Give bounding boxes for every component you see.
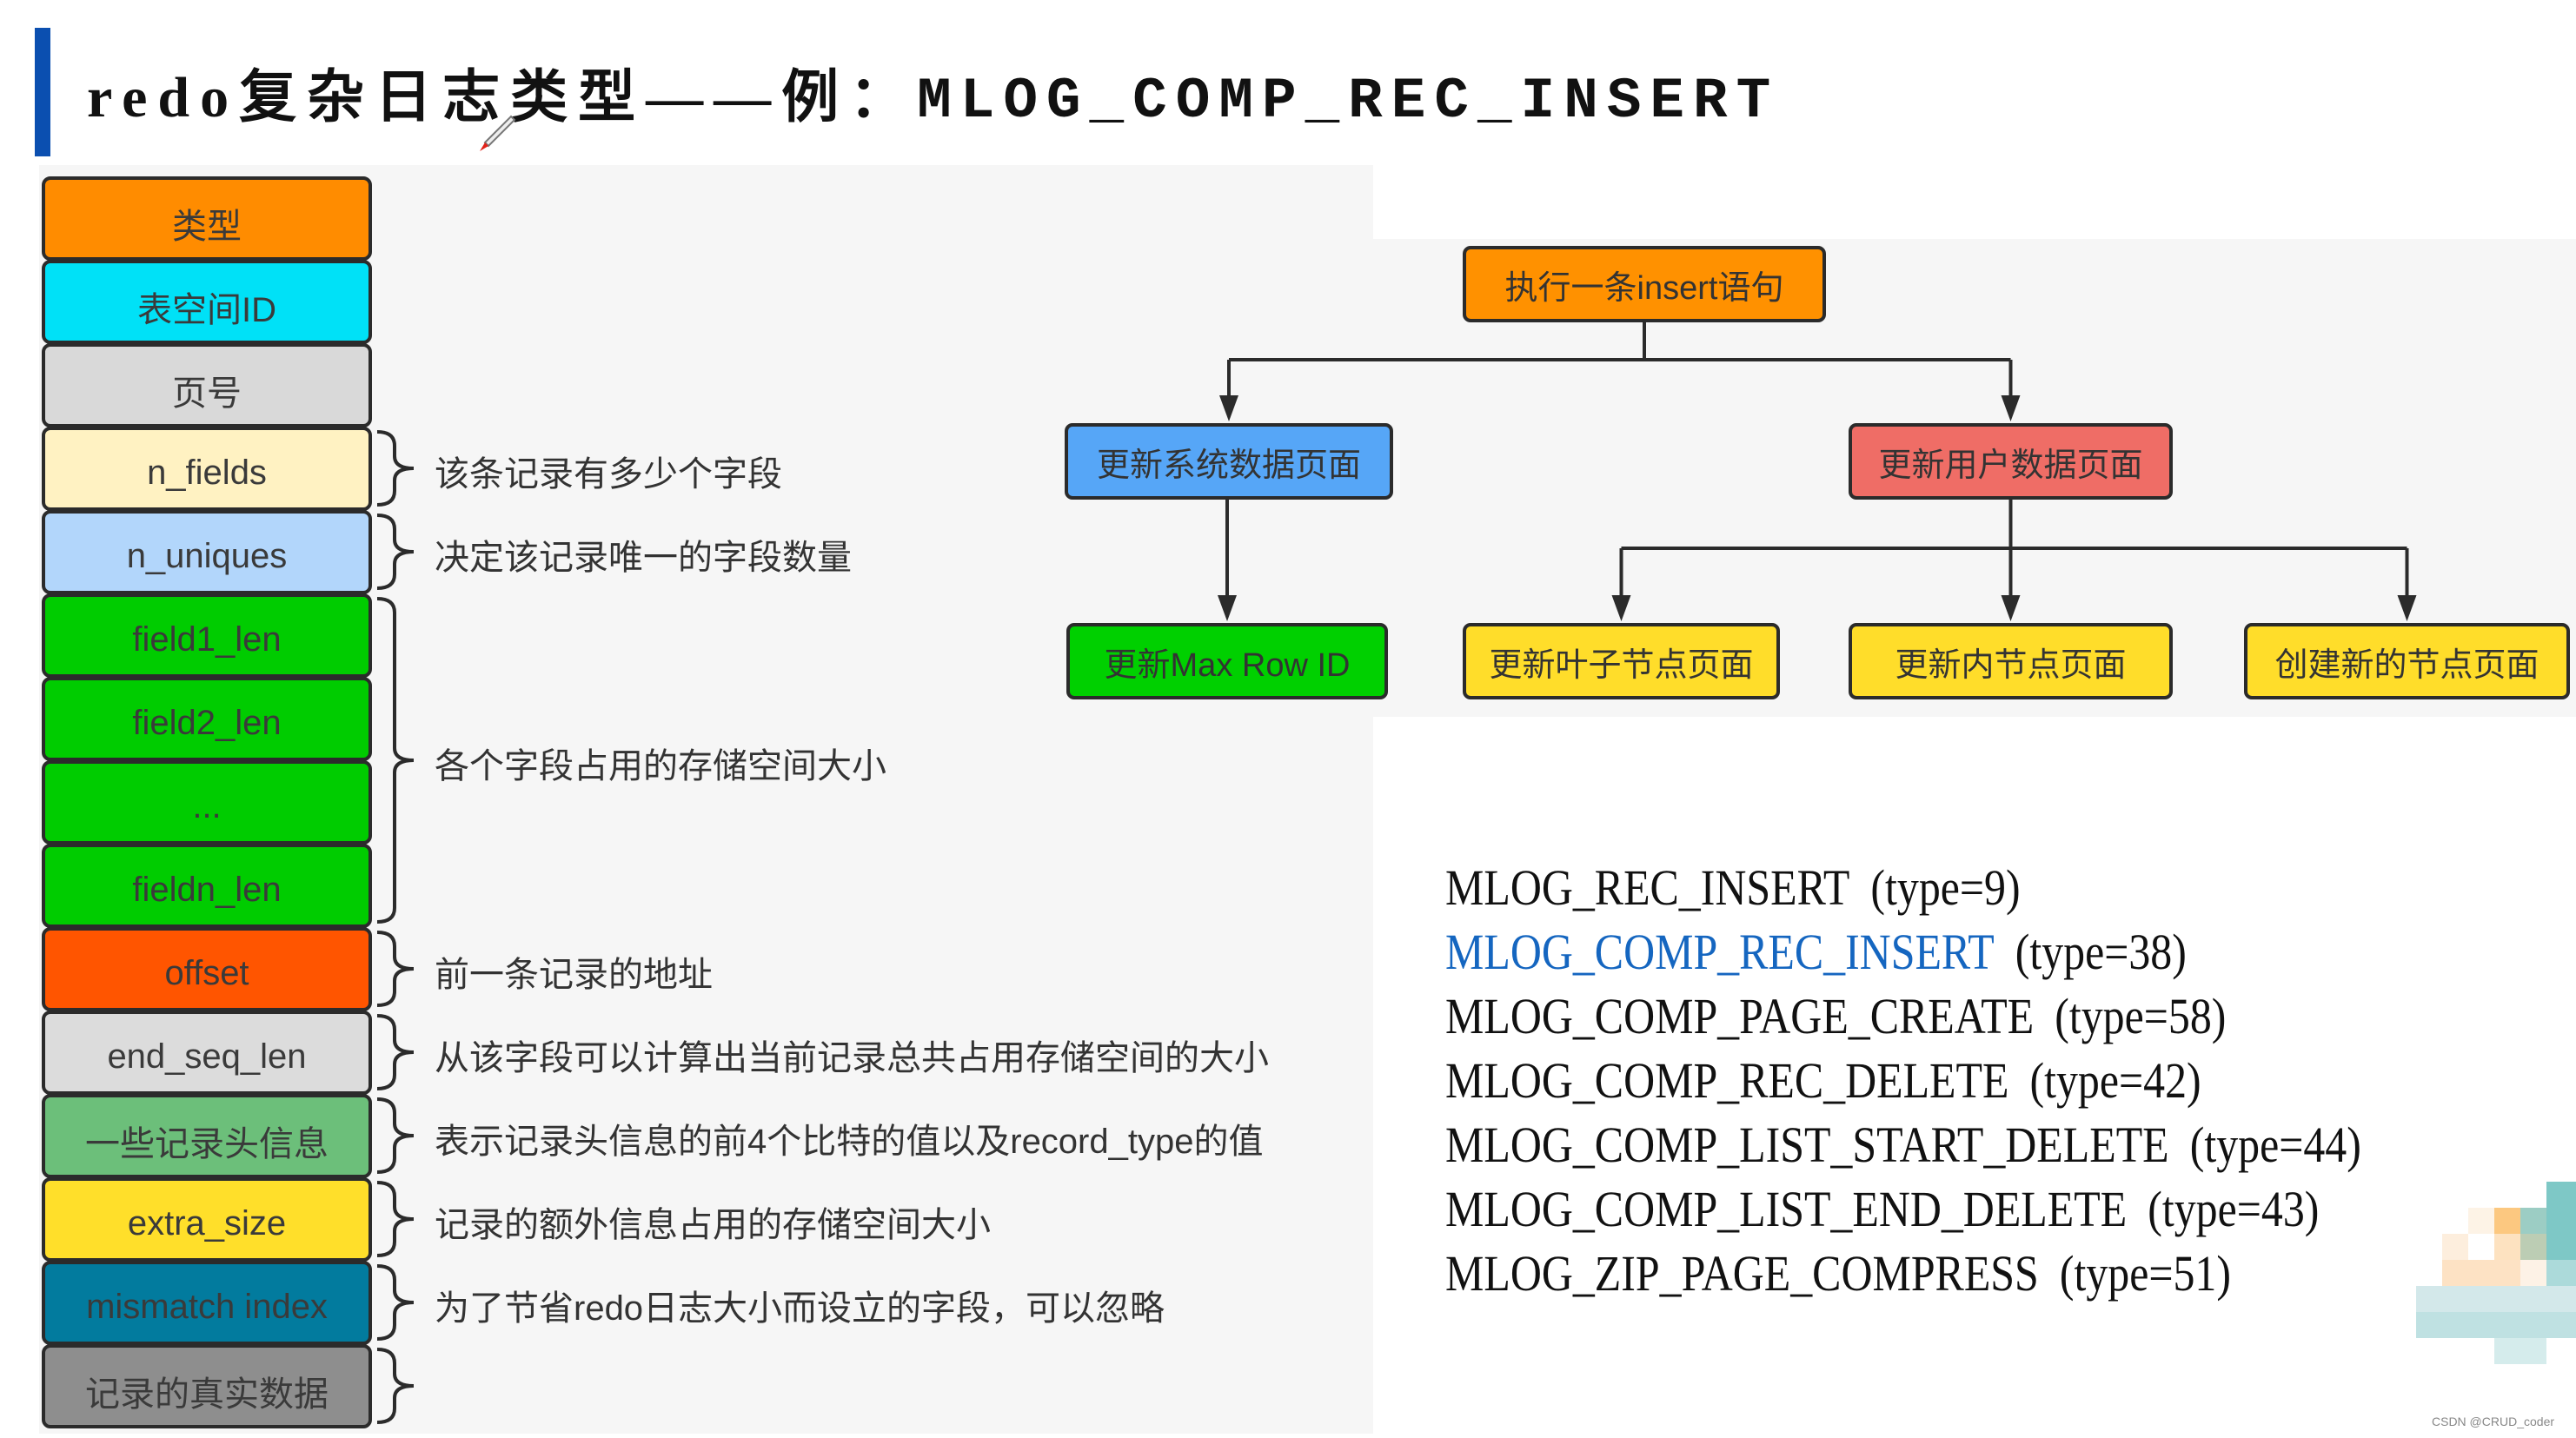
- record-field-label: n_fields: [147, 454, 267, 492]
- flow-node-label: 更新内节点页面: [1895, 646, 2127, 684]
- field-annotation: 各个字段占用的存储空间大小: [435, 747, 886, 785]
- field-annotation: 记录的额外信息占用的存储空间大小: [435, 1206, 991, 1244]
- flow-node-inner: 更新内节点页面: [1849, 623, 2173, 699]
- record-field: 记录的真实数据: [42, 1344, 372, 1428]
- title-code: MLOG_COMP_REC_INSERT: [917, 69, 1780, 134]
- flow-node-user: 更新用户数据页面: [1849, 423, 2173, 500]
- type-list-item: MLOG_COMP_REC_INSERT (type=38): [1445, 920, 2361, 984]
- type-list-item: MLOG_ZIP_PAGE_COMPRESS (type=51): [1445, 1242, 2361, 1306]
- record-field-label: mismatch index: [86, 1288, 328, 1326]
- record-field: fieldn_len: [42, 844, 372, 928]
- record-field-label: offset: [164, 954, 249, 992]
- redo-type-name: MLOG_COMP_REC_INSERT: [1445, 924, 1995, 980]
- redo-type-value: (type=43): [2148, 1181, 2320, 1237]
- type-list-item: MLOG_COMP_LIST_END_DELETE (type=43): [1445, 1177, 2361, 1242]
- watermark: CSDN @CRUD_coder: [2432, 1415, 2555, 1428]
- redo-type-value: (type=38): [2015, 924, 2187, 980]
- redo-type-name: MLOG_REC_INSERT: [1445, 859, 1850, 916]
- redo-type-name: MLOG_COMP_LIST_END_DELETE: [1445, 1181, 2128, 1237]
- field-annotation: 为了节省redo日志大小而设立的字段，可以忽略: [435, 1289, 1165, 1328]
- record-field-label: field2_len: [132, 704, 282, 742]
- brace-icon: [375, 430, 428, 507]
- flow-node-maxrow: 更新Max Row ID: [1066, 623, 1388, 699]
- record-field-label: end_seq_len: [107, 1037, 307, 1076]
- pixelated-avatar: [2416, 1182, 2576, 1364]
- field-annotation: 表示记录头信息的前4个比特的值以及record_type的值: [435, 1123, 1264, 1161]
- page-title: redo复杂日志类型——例：MLOG_COMP_REC_INSERT: [87, 50, 1779, 134]
- redo-type-value: (type=44): [2189, 1117, 2361, 1173]
- record-field: ...: [42, 760, 372, 845]
- flow-node-label: 更新Max Row ID: [1104, 646, 1351, 684]
- flow-node-sys: 更新系统数据页面: [1065, 423, 1393, 500]
- redo-type-value: (type=42): [2029, 1052, 2201, 1109]
- redo-type-name: MLOG_COMP_REC_DELETE: [1445, 1052, 2009, 1109]
- record-field: end_seq_len: [42, 1011, 372, 1095]
- flow-node-label: 更新系统数据页面: [1096, 447, 1361, 484]
- brace-icon: [375, 1348, 428, 1424]
- record-field: 类型: [42, 176, 372, 261]
- record-field: field2_len: [42, 677, 372, 761]
- record-field-label: 类型: [172, 207, 242, 246]
- record-field: 一些记录头信息: [42, 1094, 372, 1178]
- redo-type-name: MLOG_ZIP_PAGE_COMPRESS: [1445, 1245, 2039, 1302]
- flow-node-label: 执行一条insert语句: [1504, 269, 1784, 307]
- flow-node-label: 更新用户数据页面: [1878, 447, 2143, 484]
- field-annotation: 该条记录有多少个字段: [435, 455, 782, 494]
- type-list-item: MLOG_REC_INSERT (type=9): [1445, 856, 2361, 920]
- brace-icon: [375, 931, 428, 1007]
- flow-node-label: 创建新的节点页面: [2274, 646, 2539, 684]
- record-field: 表空间ID: [42, 260, 372, 344]
- record-field-label: 记录的真实数据: [85, 1375, 329, 1414]
- record-format-stack: 类型表空间ID 页号 n_fields n_uniques field1_lenfiel…: [42, 176, 372, 1428]
- type-list-item: MLOG_COMP_PAGE_CREATE (type=58): [1445, 984, 2361, 1049]
- brace-icon: [375, 1097, 428, 1174]
- field-annotation: 决定该记录唯一的字段数量: [435, 539, 852, 577]
- record-field: offset: [42, 927, 372, 1011]
- record-field-label: extra_size: [127, 1204, 287, 1243]
- flow-node-root: 执行一条insert语句: [1463, 246, 1826, 322]
- record-field-label: ...: [192, 787, 222, 825]
- redo-type-list: MLOG_REC_INSERT (type=9) MLOG_COMP_REC_INS…: [1445, 856, 2510, 1306]
- record-field-label: field1_len: [132, 620, 282, 659]
- flow-node-leaf: 更新叶子节点页面: [1463, 623, 1780, 699]
- flow-node-label: 更新叶子节点页面: [1489, 646, 1754, 684]
- record-field-label: 页号: [172, 374, 242, 413]
- brace-icon: [375, 514, 428, 590]
- record-field: n_fields: [42, 427, 372, 511]
- record-field-label: n_uniques: [126, 537, 288, 575]
- brace-icon: [375, 1014, 428, 1090]
- redo-type-value: (type=51): [2059, 1245, 2231, 1302]
- brace-icon: [375, 597, 428, 924]
- brace-icon: [375, 1264, 428, 1341]
- brace-icon: [375, 1181, 428, 1257]
- type-list-item: MLOG_COMP_REC_DELETE (type=42): [1445, 1049, 2361, 1113]
- record-field-label: 一些记录头信息: [85, 1124, 329, 1163]
- record-field: mismatch index: [42, 1261, 372, 1345]
- redo-type-name: MLOG_COMP_PAGE_CREATE: [1445, 988, 2035, 1044]
- record-field: 页号: [42, 343, 372, 427]
- record-field: n_uniques: [42, 510, 372, 594]
- title-accent-bar: [35, 28, 50, 156]
- redo-type-value: (type=58): [2055, 988, 2227, 1044]
- redo-type-value: (type=9): [1870, 859, 2021, 916]
- field-annotation: 前一条记录的地址: [435, 956, 713, 994]
- record-field: extra_size: [42, 1177, 372, 1262]
- flow-node-newnode: 创建新的节点页面: [2244, 623, 2570, 699]
- redo-type-name: MLOG_COMP_LIST_START_DELETE: [1445, 1117, 2169, 1173]
- type-list-item: MLOG_COMP_LIST_START_DELETE (type=44): [1445, 1113, 2361, 1177]
- record-field-label: fieldn_len: [132, 871, 282, 909]
- record-field: field1_len: [42, 593, 372, 678]
- record-field-label: 表空间ID: [137, 290, 276, 329]
- pen-cursor-icon: [480, 115, 516, 151]
- field-annotation: 从该字段可以计算出当前记录总共占用存储空间的大小: [435, 1039, 1269, 1077]
